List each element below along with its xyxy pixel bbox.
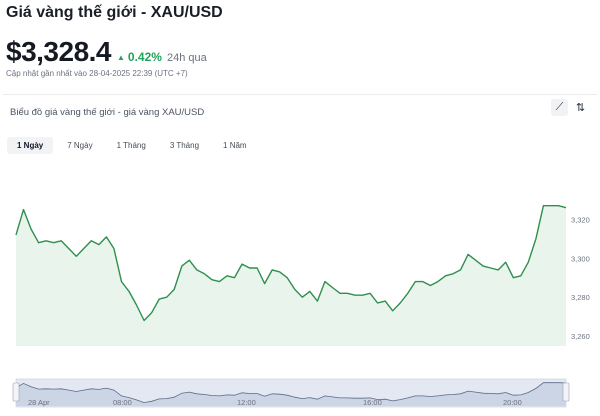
price-area [16, 205, 566, 346]
x-tick-label: 20:00 [503, 398, 522, 407]
navigator-handle-left [12, 382, 20, 402]
x-tick-label: 16:00 [363, 398, 382, 407]
x-tick-label: 12:00 [237, 398, 256, 407]
x-tick-label: 08:00 [113, 398, 132, 407]
y-tick-label: 3,320 [571, 215, 590, 224]
y-tick-label: 3,280 [571, 293, 590, 302]
price-chart: 3,260 3,280 3,300 3,320 28 Apr 08:00 12:00 16:0… [12, 204, 590, 408]
x-tick-label: 28 Apr [28, 398, 50, 407]
y-tick-label: 3,300 [571, 254, 590, 263]
y-tick-label: 3,260 [571, 332, 590, 341]
navigator-handle-right [562, 382, 570, 402]
